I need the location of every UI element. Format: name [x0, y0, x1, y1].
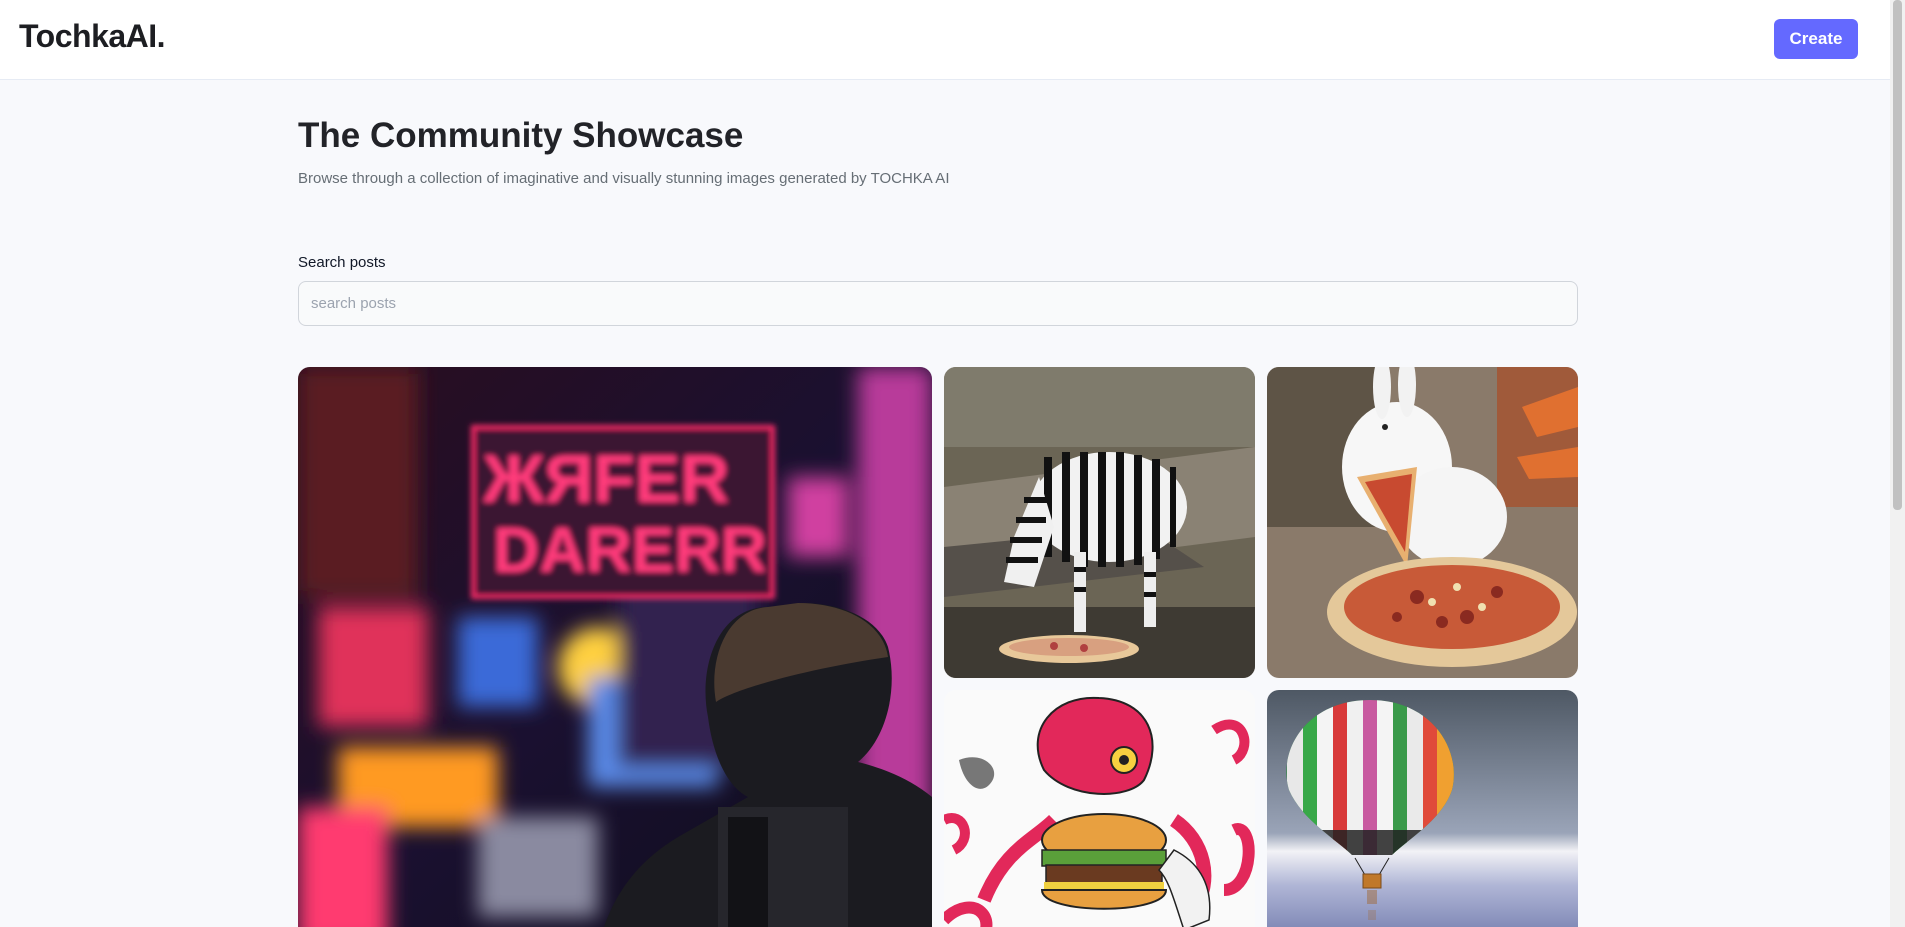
hot-air-balloon-image[interactable]	[1267, 690, 1578, 927]
rabbit-eating-pizza-image[interactable]	[1267, 367, 1578, 678]
svg-text:ЖЯFЕR: ЖЯFЕR	[482, 441, 729, 517]
zebra-eating-pizza-image[interactable]	[944, 367, 1255, 678]
neon-city-person-image[interactable]: ЖЯFЕR DARЕRR	[298, 367, 932, 927]
top-navbar: TochkaAI. Create	[0, 0, 1890, 80]
logo-link[interactable]: TochkaAI.	[19, 18, 166, 55]
page-subtitle: Browse through a collection of imaginati…	[298, 170, 950, 187]
octopus-illustration	[944, 690, 1255, 927]
search-label: Search posts	[298, 254, 386, 271]
search-input[interactable]	[298, 281, 1578, 326]
rabbit-illustration	[1267, 367, 1578, 678]
scrollbar-thumb[interactable]	[1893, 0, 1902, 510]
page-scrollbar[interactable]	[1890, 0, 1905, 927]
octopus-burger-image[interactable]	[944, 690, 1255, 927]
create-button[interactable]: Create	[1774, 19, 1858, 59]
neon-city-illustration: ЖЯFЕR DARЕRR	[298, 367, 932, 927]
zebra-illustration	[944, 367, 1255, 678]
page-title: The Community Showcase	[298, 116, 744, 155]
svg-text:DARЕRR: DARЕRR	[493, 514, 767, 586]
balloon-illustration	[1267, 690, 1578, 927]
